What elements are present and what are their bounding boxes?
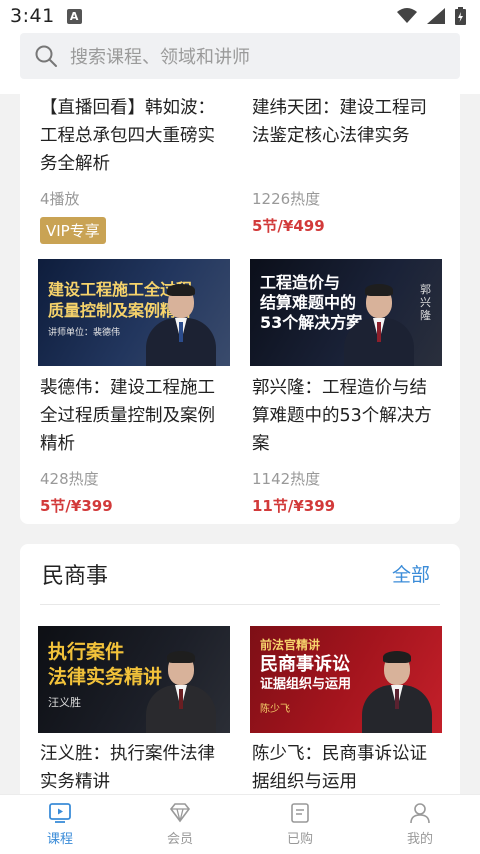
- nav-label: 会员: [166, 832, 193, 847]
- course-thumbnail[interactable]: 工程造价与 结算难题中的 53个解决方案 郭兴隆: [250, 259, 442, 366]
- bottom-nav: 课程 会员 已购 我的: [0, 794, 480, 854]
- course-thumbnail[interactable]: 建设工程施工全过程 质量控制及案例精析 讲师单位：裴德伟: [38, 259, 230, 366]
- course-thumbnail[interactable]: 执行案件 法律实务精讲 汪义胜: [38, 626, 230, 733]
- course-views: 4播放: [40, 190, 80, 208]
- thumbnail-caption: 陈少飞: [260, 704, 290, 715]
- lecturer-photo: [362, 651, 432, 733]
- thumbnail-line: 执行案件: [48, 641, 125, 663]
- diamond-icon: [169, 803, 191, 823]
- course-heat: 1226热度: [252, 190, 321, 208]
- course-list-card: 【直播回看】韩如波：工程总承包四大重磅实务全解析 4播放 VIP专享 建纬天团：…: [20, 94, 460, 524]
- search-icon: [35, 45, 57, 67]
- nav-label: 我的: [406, 832, 433, 847]
- thumbnail-title: 前法官精讲 民商事诉讼 证据组织与运用: [260, 636, 351, 694]
- course-title: 裴德伟：建设工程施工全过程质量控制及案例精析: [40, 378, 215, 454]
- notification-indicator: A: [66, 8, 82, 24]
- search-input[interactable]: 搜索课程、领域和讲师: [20, 33, 460, 79]
- profile-icon: [410, 803, 430, 824]
- nav-label: 已购: [286, 832, 313, 847]
- signal-icon: [427, 8, 445, 24]
- course-thumbnail[interactable]: 前法官精讲 民商事诉讼 证据组织与运用 陈少飞: [250, 626, 442, 733]
- course-title: 汪义胜：执行案件法律实务精讲: [40, 744, 215, 792]
- lecturer-photo: [146, 651, 216, 733]
- status-time: 3:41: [10, 5, 55, 27]
- course-item[interactable]: 陈少飞：民商事诉讼证据组织与运用: [252, 740, 444, 794]
- course-item[interactable]: 裴德伟：建设工程施工全过程质量控制及案例精析 428热度 5节/¥399: [40, 374, 232, 516]
- nav-profile[interactable]: 我的: [360, 795, 480, 854]
- header: 搜索课程、领域和讲师: [0, 32, 480, 94]
- course-title: 【直播回看】韩如波：工程总承包四大重磅实务全解析: [40, 98, 215, 174]
- view-all-link[interactable]: 全部: [392, 560, 430, 587]
- course-item[interactable]: 【直播回看】韩如波：工程总承包四大重磅实务全解析 4播放 VIP专享: [40, 94, 232, 244]
- course-heat: 428热度: [40, 470, 99, 488]
- nav-course[interactable]: 课程: [0, 795, 120, 854]
- section-civil-card: 民商事 全部 执行案件 法律实务精讲 汪义胜 前法官精讲 民商事诉讼 证据组织与…: [20, 544, 460, 794]
- section-divider: [40, 604, 440, 605]
- course-price: 5节/¥499: [252, 217, 325, 235]
- course-heat: 1142热度: [252, 470, 321, 488]
- thumbnail-caption: 郭兴隆: [420, 283, 431, 322]
- course-item[interactable]: 汪义胜：执行案件法律实务精讲: [40, 740, 232, 794]
- battery-icon: [455, 7, 466, 25]
- search-placeholder: 搜索课程、领域和讲师: [70, 47, 250, 68]
- course-title: 建纬天团：建设工程司法鉴定核心法律实务: [252, 98, 427, 146]
- course-icon: [49, 803, 71, 823]
- purchased-icon: [291, 803, 309, 823]
- thumbnail-line: 前法官精讲: [260, 638, 321, 652]
- section-title: 民商事: [42, 564, 109, 589]
- course-item[interactable]: 郭兴隆：工程造价与结算难题中的53个解决方案 1142热度 11节/¥399: [252, 374, 444, 516]
- lecturer-photo: [344, 284, 414, 366]
- wifi-icon: [397, 8, 417, 23]
- course-price: 5节/¥399: [40, 497, 113, 515]
- course-price: 11节/¥399: [252, 497, 336, 515]
- vip-badge: VIP专享: [40, 217, 106, 244]
- lecturer-photo: [146, 284, 216, 366]
- thumbnail-title: 执行案件 法律实务精讲: [48, 640, 162, 690]
- thumbnail-line: 证据组织与运用: [260, 677, 352, 692]
- course-title: 陈少飞：民商事诉讼证据组织与运用: [252, 744, 427, 792]
- course-title: 郭兴隆：工程造价与结算难题中的53个解决方案: [252, 378, 432, 454]
- thumbnail-caption: 汪义胜: [48, 696, 81, 709]
- nav-label: 课程: [46, 832, 73, 847]
- status-bar: 3:41 A: [0, 0, 480, 32]
- thumbnail-line: 民商事诉讼: [260, 654, 350, 675]
- nav-purchased[interactable]: 已购: [240, 795, 360, 854]
- thumbnail-caption: 讲师单位：裴德伟: [48, 328, 121, 338]
- nav-member[interactable]: 会员: [120, 795, 240, 854]
- thumbnail-line: 法律实务精讲: [48, 666, 163, 688]
- content-scroll[interactable]: 【直播回看】韩如波：工程总承包四大重磅实务全解析 4播放 VIP专享 建纬天团：…: [0, 94, 480, 794]
- status-icons: [397, 7, 466, 25]
- course-item[interactable]: 建纬天团：建设工程司法鉴定核心法律实务 1226热度 5节/¥499: [252, 94, 444, 236]
